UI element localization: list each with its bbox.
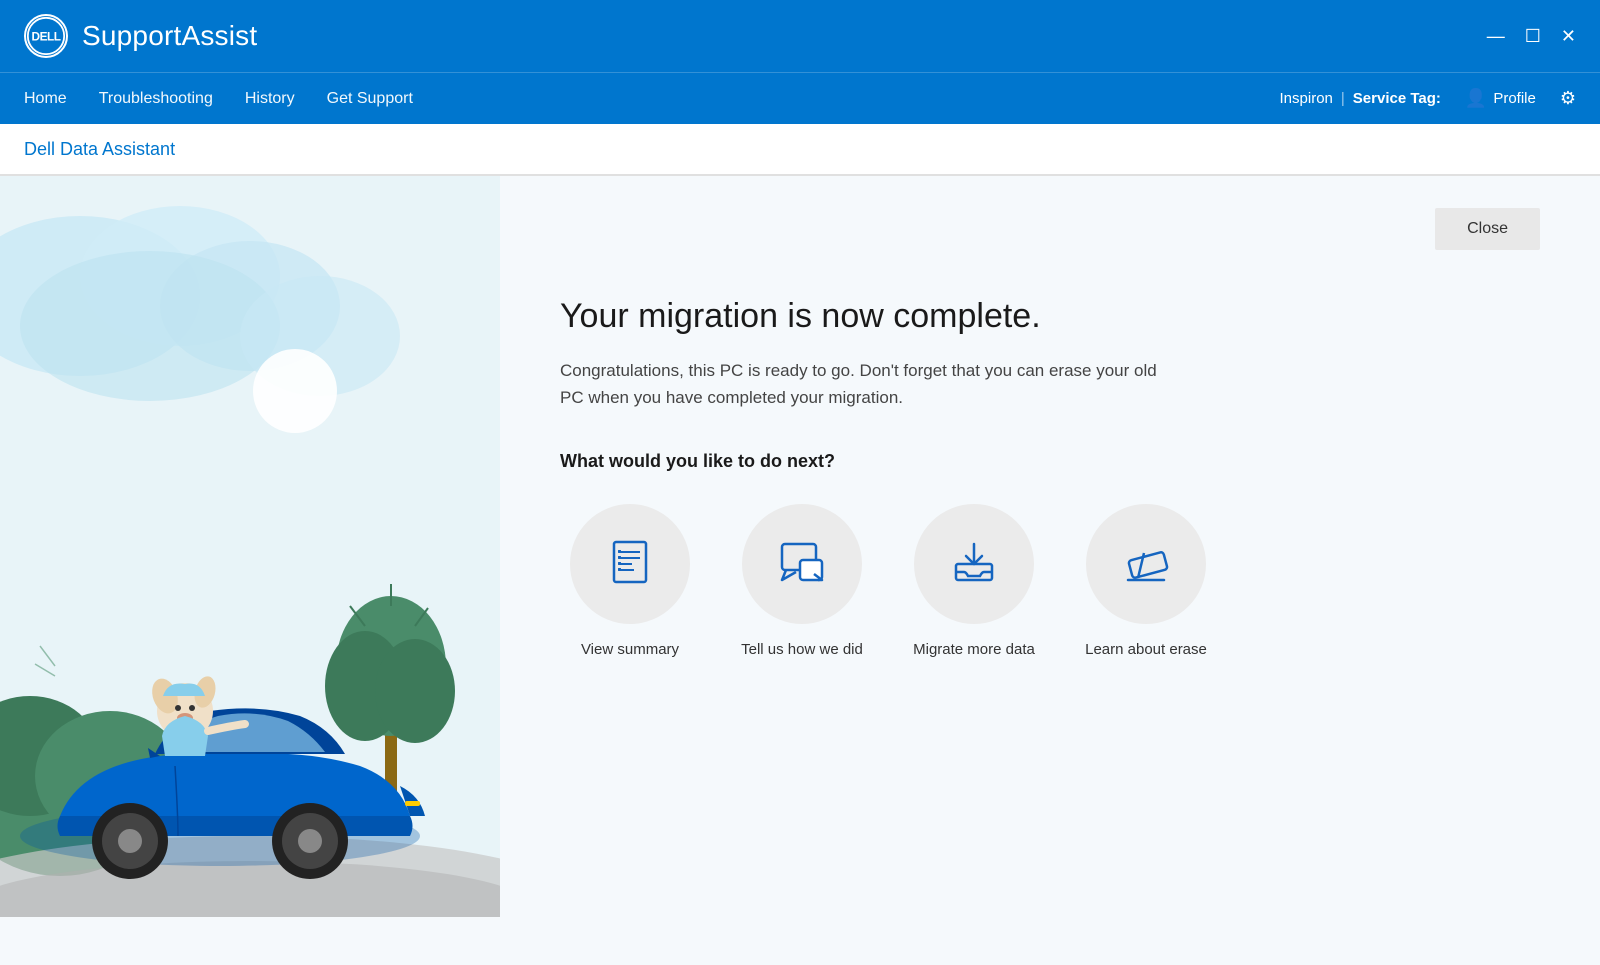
migration-heading: Your migration is now complete.: [560, 296, 1540, 337]
nav-troubleshooting[interactable]: Troubleshooting: [99, 86, 213, 112]
settings-icon[interactable]: ⚙: [1560, 88, 1576, 109]
profile-label: Profile: [1493, 90, 1536, 107]
nav-history[interactable]: History: [245, 86, 295, 112]
maximize-button[interactable]: ☐: [1525, 27, 1541, 45]
dell-logo: DELL: [24, 14, 68, 58]
minimize-button[interactable]: —: [1487, 27, 1505, 45]
view-summary-circle: [570, 504, 690, 624]
close-button[interactable]: Close: [1435, 208, 1540, 250]
view-summary-card[interactable]: View summary: [560, 504, 700, 660]
main-content: Close Your migration is now complete. Co…: [0, 176, 1600, 965]
close-window-button[interactable]: ✕: [1561, 27, 1576, 45]
view-summary-icon: [604, 536, 656, 593]
migrate-more-icon: [948, 536, 1000, 593]
learn-erase-label: Learn about erase: [1085, 640, 1207, 660]
nav-home[interactable]: Home: [24, 86, 67, 112]
service-tag-label: Service Tag:: [1353, 90, 1441, 107]
page-title-bar: Dell Data Assistant: [0, 124, 1600, 176]
tell-us-label: Tell us how we did: [741, 640, 863, 660]
migrate-more-circle: [914, 504, 1034, 624]
device-name: Inspiron: [1280, 90, 1333, 107]
device-info: Inspiron | Service Tag:: [1280, 90, 1441, 107]
tell-us-icon: [776, 536, 828, 593]
view-summary-label: View summary: [581, 640, 679, 660]
right-content: Close Your migration is now complete. Co…: [500, 176, 1600, 965]
tell-us-card[interactable]: Tell us how we did: [732, 504, 872, 660]
nav-get-support[interactable]: Get Support: [327, 86, 413, 112]
window-controls: — ☐ ✕: [1487, 27, 1576, 45]
app-title: SupportAssist: [82, 20, 257, 52]
migrate-more-label: Migrate more data: [913, 640, 1035, 660]
learn-erase-icon: [1120, 536, 1172, 593]
svg-text:DELL: DELL: [32, 30, 61, 44]
page-title: Dell Data Assistant: [24, 139, 175, 160]
illustration-area: [0, 176, 500, 965]
title-bar: DELL SupportAssist — ☐ ✕: [0, 0, 1600, 72]
migration-description: Congratulations, this PC is ready to go.…: [560, 357, 1180, 411]
profile-button[interactable]: 👤 Profile: [1465, 88, 1536, 109]
nav-right: Inspiron | Service Tag: 👤 Profile ⚙: [1280, 88, 1576, 109]
nav-links: Home Troubleshooting History Get Support: [24, 86, 1280, 112]
profile-icon: 👤: [1465, 88, 1487, 109]
action-cards: View summary Tell us how we did: [560, 504, 1540, 660]
learn-erase-card[interactable]: Learn about erase: [1076, 504, 1216, 660]
migrate-more-card[interactable]: Migrate more data: [904, 504, 1044, 660]
divider: |: [1341, 90, 1345, 107]
app-logo-area: DELL SupportAssist: [24, 14, 1487, 58]
next-label: What would you like to do next?: [560, 451, 1540, 472]
nav-bar: Home Troubleshooting History Get Support…: [0, 72, 1600, 124]
tell-us-circle: [742, 504, 862, 624]
learn-erase-circle: [1086, 504, 1206, 624]
